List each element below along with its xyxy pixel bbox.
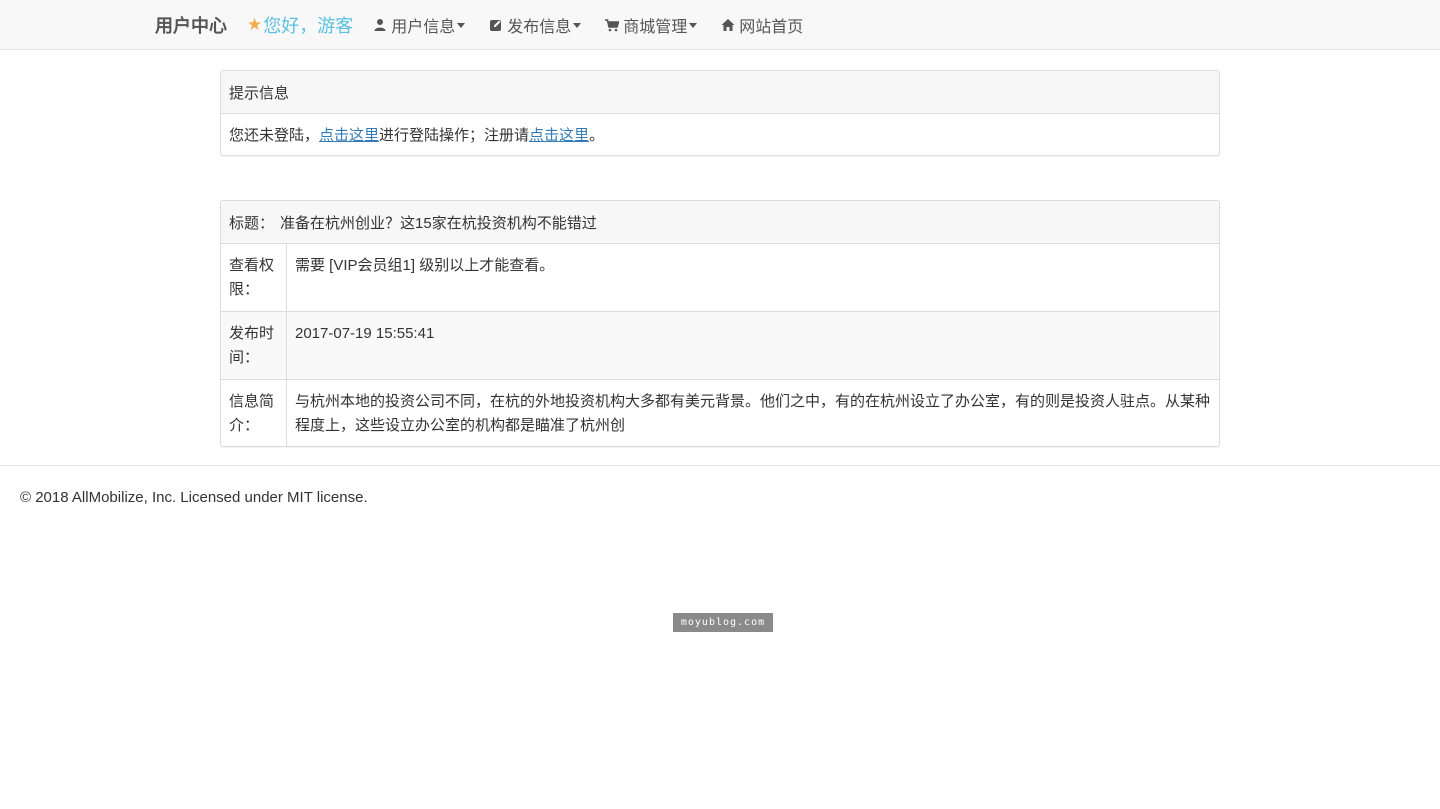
row-label: 信息简介： xyxy=(221,380,287,446)
table-row: 查看权限： 需要 [VIP会员组1] 级别以上才能查看。 xyxy=(221,244,1219,311)
greeting-text: 您好，游客 xyxy=(263,16,354,36)
nav-item-shop[interactable]: 商城管理 xyxy=(605,13,698,37)
article-panel: 标题： 准备在杭州创业？这15家在杭投资机构不能错过 查看权限： 需要 [VIP… xyxy=(220,200,1220,447)
nav-item-label: 用户信息 xyxy=(391,19,456,36)
notice-heading: 提示信息 xyxy=(221,71,1219,114)
row-label: 发布时间： xyxy=(221,312,287,379)
star-icon: ★ xyxy=(247,15,263,34)
edit-icon xyxy=(490,20,502,31)
nav-item-label: 网站首页 xyxy=(739,19,804,36)
home-icon xyxy=(721,19,735,31)
nav-item-user-info[interactable]: 用户信息 xyxy=(373,13,466,37)
footer-copyright: © 2018 AllMobilize, Inc. Licensed under … xyxy=(20,489,368,506)
caret-down-icon xyxy=(457,22,466,28)
nav-item-home[interactable]: 网站首页 xyxy=(721,13,803,37)
article-title: 准备在杭州创业？这15家在杭投资机构不能错过 xyxy=(280,214,597,232)
register-link[interactable]: 点击这里 xyxy=(529,124,589,145)
login-link[interactable]: 点击这里 xyxy=(319,124,379,145)
user-icon xyxy=(374,19,386,31)
row-value: 需要 [VIP会员组1] 级别以上才能查看。 xyxy=(295,257,555,274)
table-row: 信息简介： 与杭州本地的投资公司不同，在杭的外地投资机构大多都有美元背景。他们之… xyxy=(221,379,1219,446)
caret-down-icon xyxy=(689,22,698,28)
notice-text: 您还未登陆， xyxy=(229,127,320,144)
nav-item-label: 发布信息 xyxy=(507,19,572,36)
nav-item-label: 商城管理 xyxy=(623,19,688,36)
title-label: 标题： xyxy=(229,214,275,232)
row-value: 2017-07-19 15:55:41 xyxy=(295,325,435,342)
notice-body: 您还未登陆， 点击这里 进行登陆操作；注册请 点击这里 。 xyxy=(221,114,1219,155)
nav-container: 用户中心 ★ 您好，游客 用户信息 发布信息 商城管理 网站首页 xyxy=(155,0,827,50)
footer-divider xyxy=(0,465,1440,466)
caret-down-icon xyxy=(573,22,582,28)
row-label: 查看权限： xyxy=(221,244,287,311)
notice-text: 进行登陆操作；注册请 xyxy=(379,127,530,144)
table-row: 发布时间： 2017-07-19 15:55:41 xyxy=(221,311,1219,379)
notice-text: 。 xyxy=(589,127,605,144)
cart-icon xyxy=(605,19,620,32)
notice-panel: 提示信息 您还未登陆， 点击这里 进行登陆操作；注册请 点击这里 。 xyxy=(220,70,1220,156)
nav-item-publish[interactable]: 发布信息 xyxy=(489,13,582,37)
top-navbar: 用户中心 ★ 您好，游客 用户信息 发布信息 商城管理 网站首页 xyxy=(0,0,1440,50)
article-heading: 标题： 准备在杭州创业？这15家在杭投资机构不能错过 xyxy=(221,201,1219,244)
brand-title[interactable]: 用户中心 xyxy=(155,12,227,38)
row-value: 与杭州本地的投资公司不同，在杭的外地投资机构大多都有美元背景。他们之中，有的在杭… xyxy=(295,393,1211,434)
greeting: ★ 您好，游客 xyxy=(247,12,353,38)
watermark: moyublog.com xyxy=(673,613,773,632)
